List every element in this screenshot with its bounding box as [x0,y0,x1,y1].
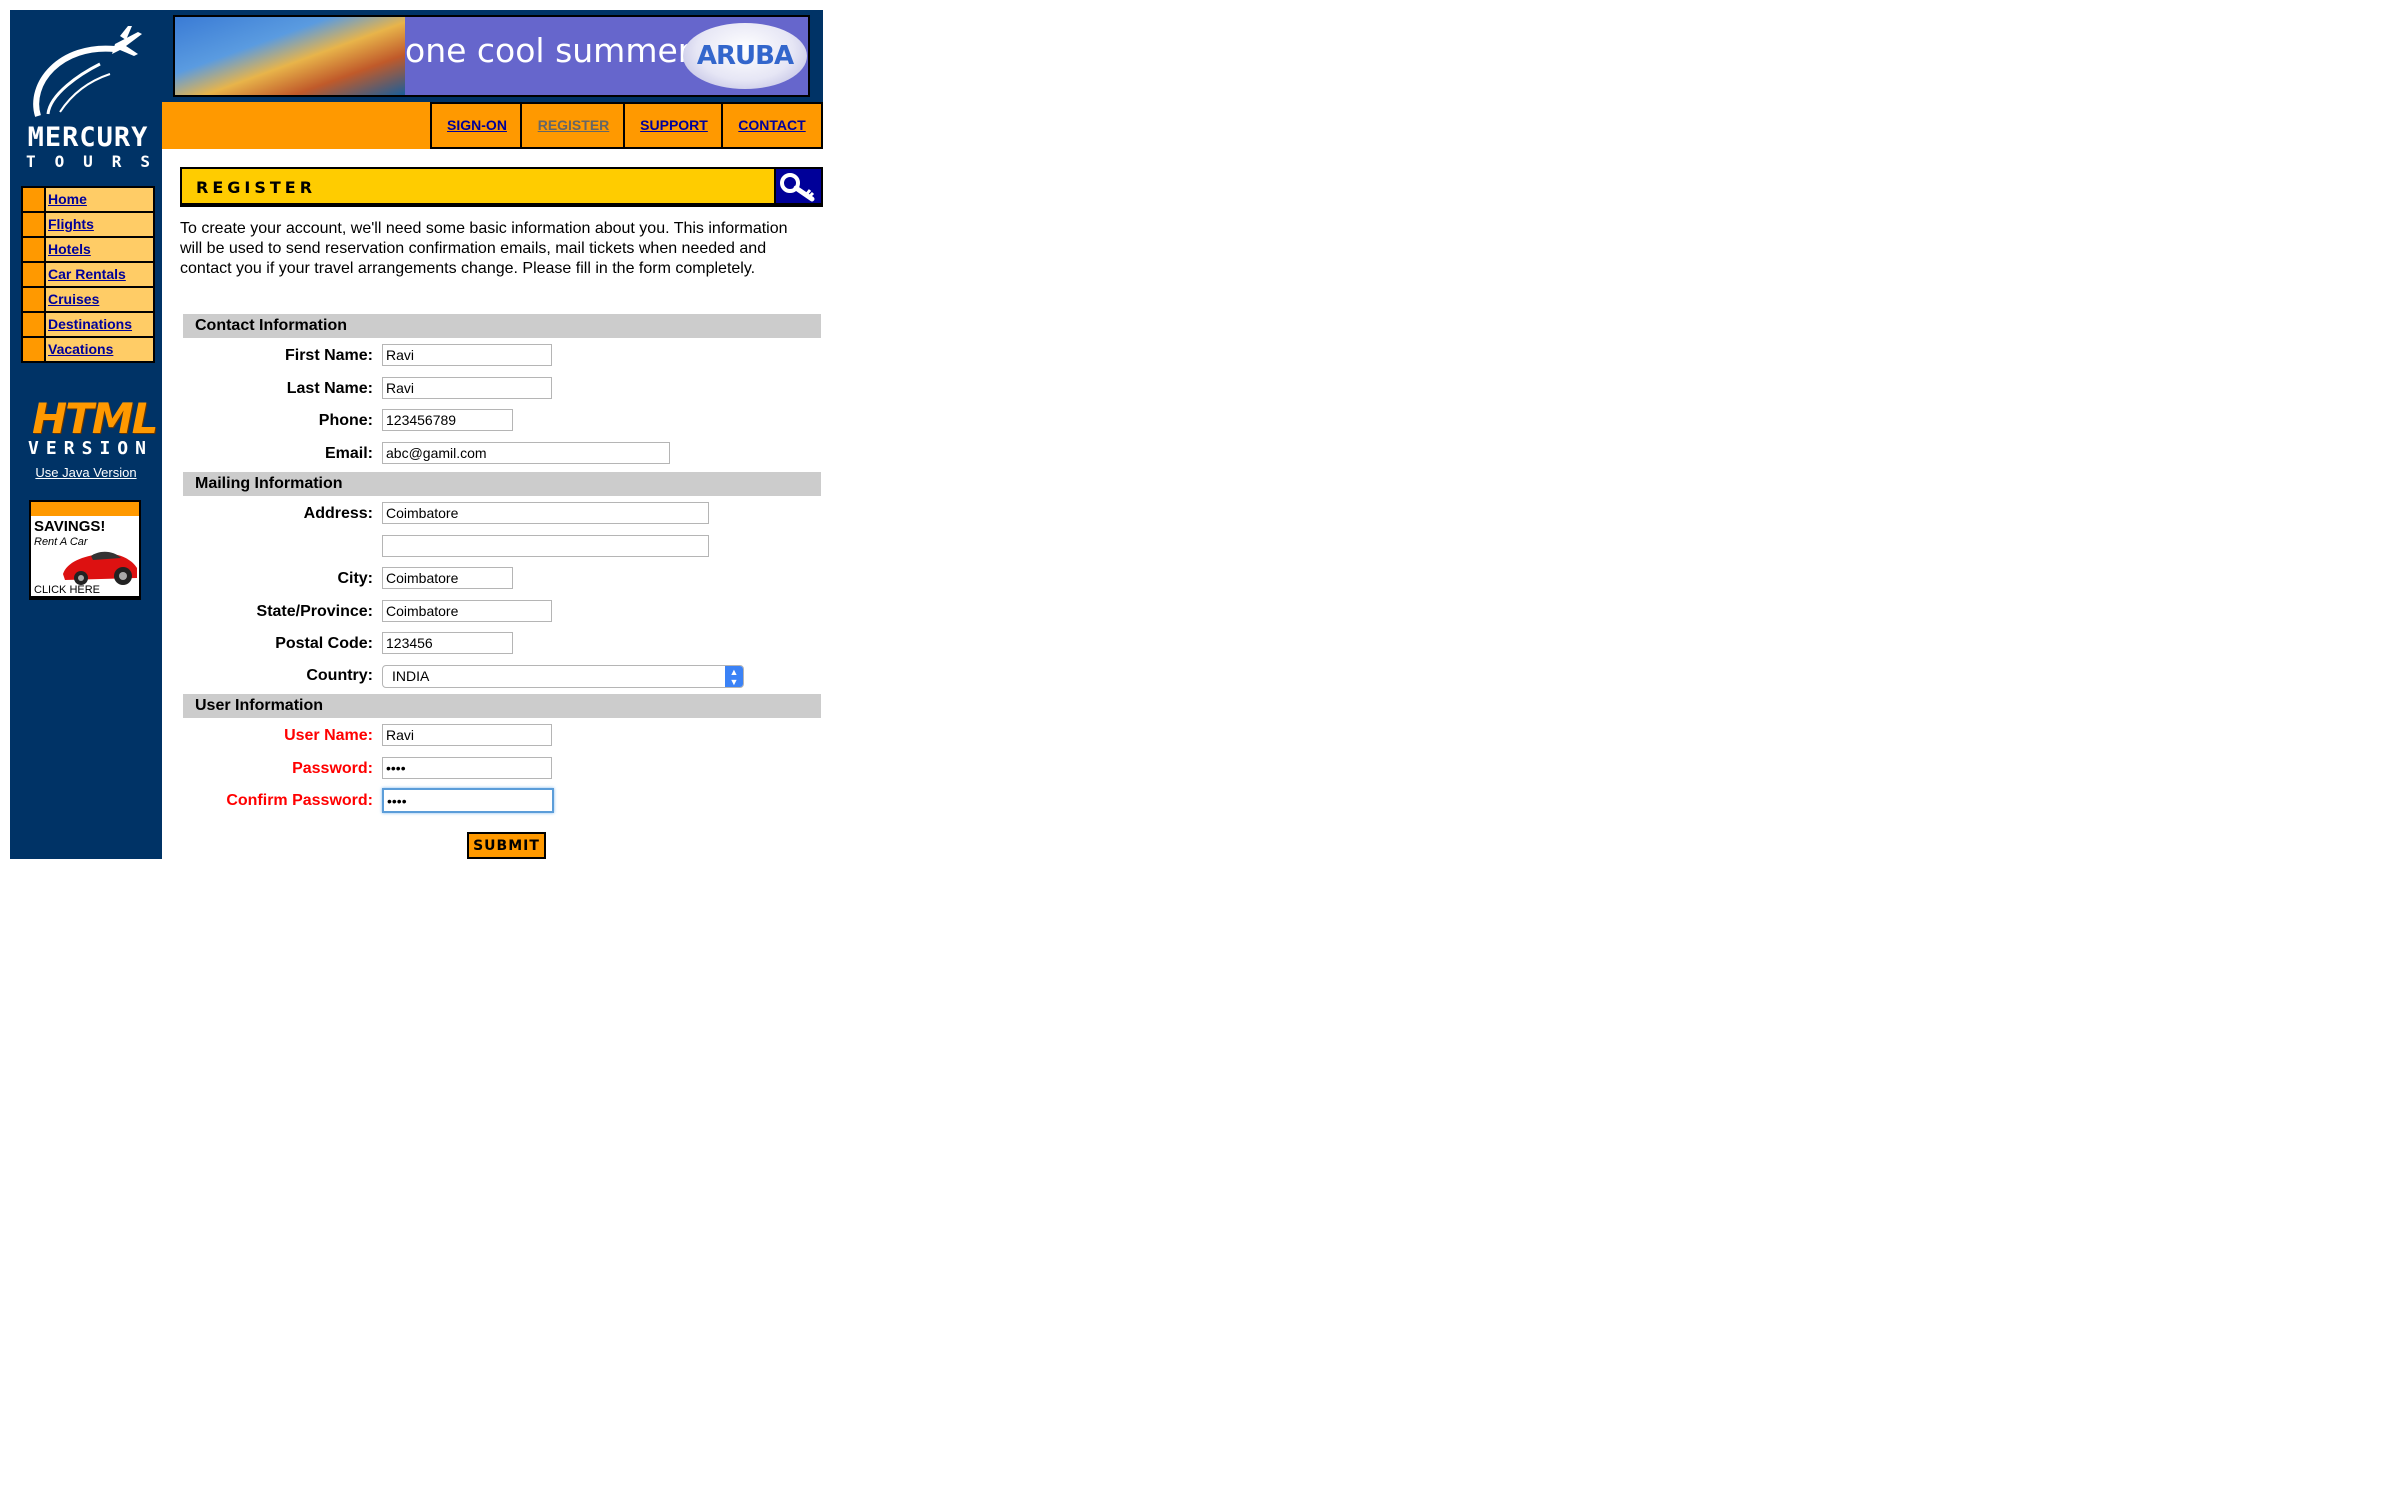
country-selected-value: INDIA [392,668,430,684]
sidebar-item-car-rentals: Car Rentals [23,263,153,286]
banner-tagline: one cool summer [405,31,692,70]
tab-register: REGISTER [520,102,625,149]
phone-label: Phone: [318,412,373,429]
banner-photo [175,17,405,95]
sidebar-link-hotels[interactable]: Hotels [48,241,91,257]
last-name-label: Last Name: [286,380,373,397]
phone-input[interactable] [382,409,513,431]
country-select[interactable]: INDIA ▲ ▼ [382,665,744,688]
sidebar-link-cruises[interactable]: Cruises [48,291,99,307]
sidebar-link-car-rentals[interactable]: Car Rentals [48,266,126,282]
sidebar-link-destinations[interactable]: Destinations [48,316,132,332]
password-label: Password: [292,760,373,777]
password-input[interactable] [382,757,552,779]
register-header: REGISTER [180,167,823,207]
register-link[interactable]: REGISTER [538,117,610,133]
sidebar-item-vacations: Vacations [23,338,153,361]
postal-code-label: Postal Code: [275,635,373,652]
sidebar-link-home[interactable]: Home [48,191,87,207]
support-link[interactable]: SUPPORT [640,117,708,133]
key-icon [780,173,815,202]
aruba-banner-ad[interactable]: one cool summer ARUBA [173,15,810,97]
sidebar-item-hotels: Hotels [23,238,153,261]
java-version-link[interactable]: Use Java Version [35,465,136,480]
html-version-title: HTML [32,394,158,443]
email-label: Email: [324,445,373,462]
sidebar-link-flights[interactable]: Flights [48,216,94,232]
tab-sign-on: SIGN-ON [430,102,522,149]
last-name-input[interactable] [382,377,552,399]
sign-on-link[interactable]: SIGN-ON [447,117,507,133]
airplane-logo-icon [33,26,142,117]
banner: one cool summer ARUBA [162,10,823,102]
page-title: REGISTER [196,178,317,197]
sidebar-item-home: Home [23,188,153,211]
html-version-badge: HTML VERSION [24,390,158,459]
address-line1-input[interactable] [382,502,709,524]
select-arrows-icon: ▲ ▼ [725,666,743,687]
state-input[interactable] [382,600,552,622]
username-label: User Name: [284,727,373,744]
intro-text: To create your account, we'll need some … [180,220,788,277]
section-user-information: User Information [183,694,821,718]
logo-mercury-text: MERCURY [27,122,149,153]
aruba-logo-text: ARUBA [696,41,794,71]
savings-title: SAVINGS! [34,518,106,535]
postal-code-input[interactable] [382,632,513,654]
tab-contact: CONTACT [721,102,823,149]
section-contact-information: Contact Information [183,314,821,338]
city-input[interactable] [382,567,513,589]
first-name-input[interactable] [382,344,552,366]
java-version-container: Use Java Version [10,465,162,480]
key-icon-box [776,169,821,203]
sidebar-item-destinations: Destinations [23,313,153,336]
top-nav: SIGN-ON REGISTER SUPPORT CONTACT [162,102,823,149]
red-car-icon [63,551,137,585]
mercury-tours-logo[interactable]: MERCURY TOURS [20,24,152,174]
country-label: Country: [306,667,373,684]
address-label: Address: [303,505,373,522]
username-input[interactable] [382,724,552,746]
sidebar-nav: Home Flights Hotels Car Rentals Cruises … [21,186,155,363]
confirm-password-label: Confirm Password: [226,792,373,809]
sidebar-item-flights: Flights [23,213,153,236]
state-label: State/Province: [256,603,373,620]
submit-button[interactable]: SUBMIT [467,832,546,859]
tab-support: SUPPORT [623,102,723,149]
address-line2-input[interactable] [382,535,709,557]
email-input[interactable] [382,442,670,464]
logo-tours-text: TOURS [26,152,150,171]
contact-link[interactable]: CONTACT [738,117,805,133]
html-version-subtitle: VERSION [28,438,146,459]
sidebar-item-cruises: Cruises [23,288,153,311]
savings-cta: CLICK HERE [34,584,101,596]
confirm-password-input[interactable] [382,788,554,813]
sidebar-link-vacations[interactable]: Vacations [48,341,113,357]
section-mailing-information: Mailing Information [183,472,821,496]
savings-ad[interactable]: SAVINGS! Rent A Car CLICK HERE [29,500,141,600]
city-label: City: [337,570,373,587]
sidebar: MERCURY TOURS Home Flights Hotels Car Re… [10,10,162,859]
first-name-label: First Name: [284,347,373,364]
